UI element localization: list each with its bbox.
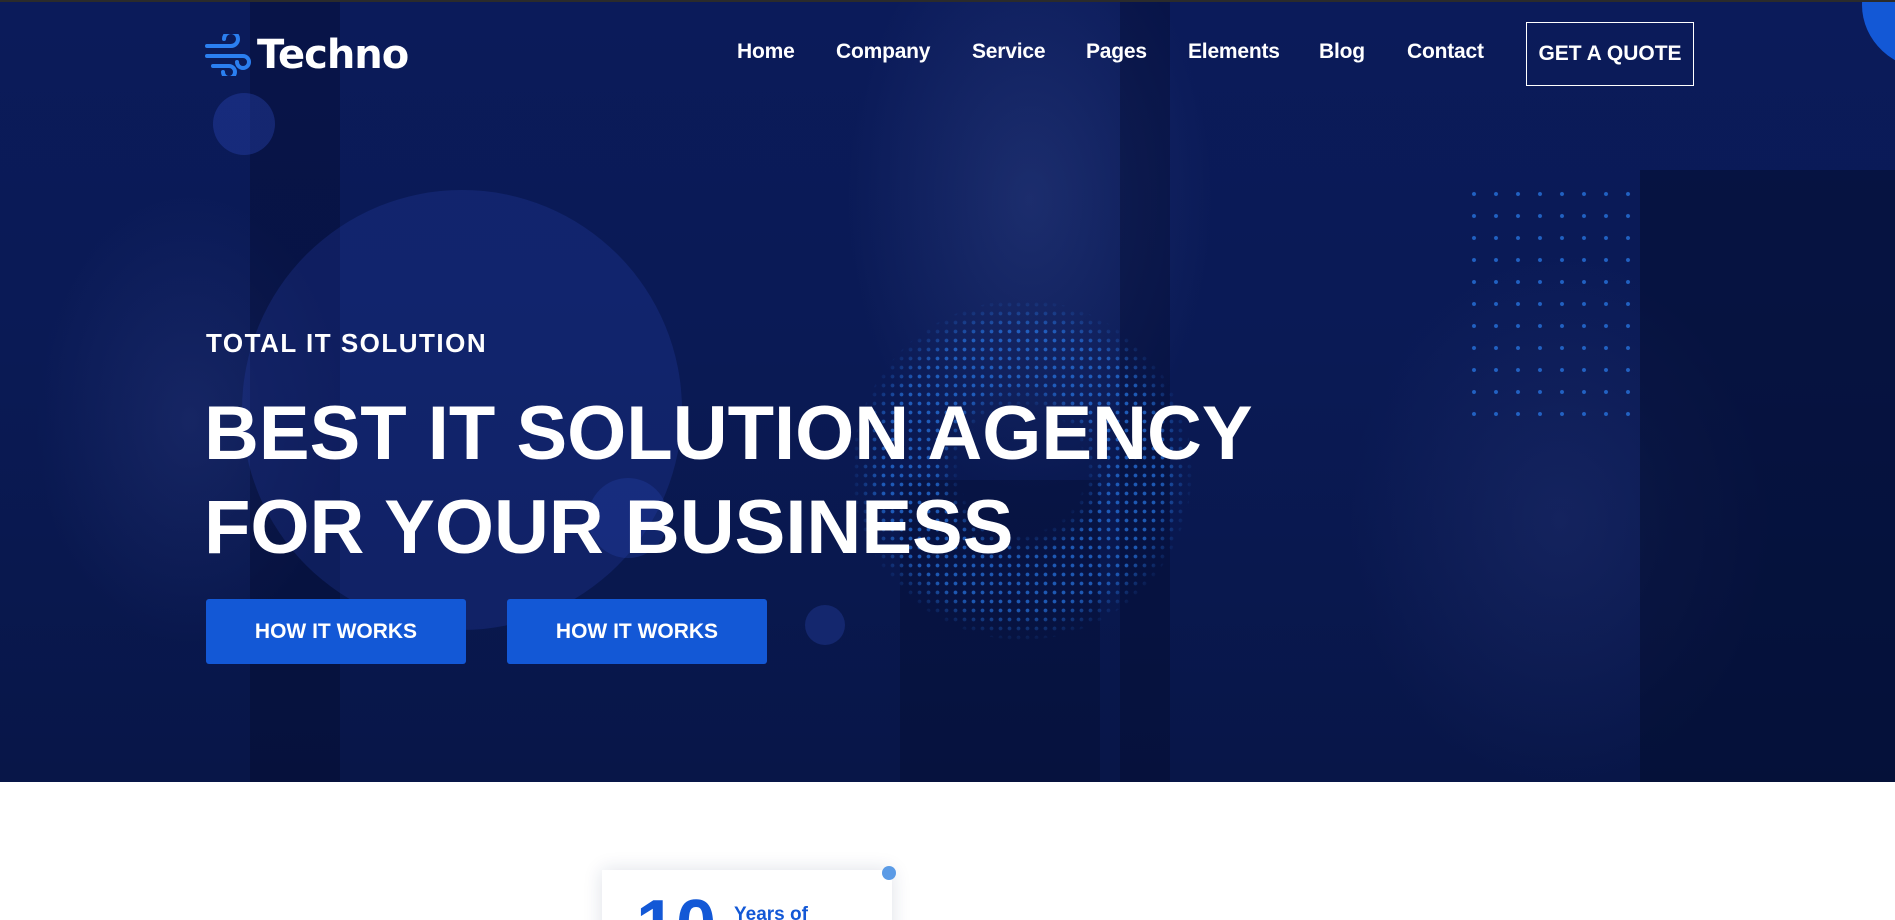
nav-company[interactable]: Company: [836, 40, 930, 64]
nav-home[interactable]: Home: [737, 40, 795, 64]
nav-contact[interactable]: Contact: [1407, 40, 1484, 64]
experience-stat-card: 10 Years of: [602, 870, 892, 920]
how-it-works-button-secondary[interactable]: HOW IT WORKS: [507, 599, 767, 664]
navbar: Techno Home Company Service Pages Elemen…: [0, 0, 1895, 110]
top-border: [0, 0, 1895, 2]
hero-section: Techno Home Company Service Pages Elemen…: [0, 0, 1895, 782]
nav-service[interactable]: Service: [972, 40, 1046, 64]
hero-headline-line2: FOR YOUR BUSINESS: [204, 485, 1014, 570]
brand-name: Techno: [257, 32, 409, 78]
nav-blog[interactable]: Blog: [1319, 40, 1365, 64]
stat-label: Years of: [734, 904, 808, 920]
decor-circle-tiny: [805, 605, 845, 645]
hero-headline-line1: BEST IT SOLUTION AGENCY: [204, 391, 1253, 476]
wind-logo-icon: [205, 34, 251, 76]
decor-dot-grid: [1463, 183, 1633, 433]
hero-kicker: TOTAL IT SOLUTION: [206, 328, 488, 358]
stat-number: 10: [636, 890, 716, 920]
decor-dot: [882, 866, 896, 880]
nav-pages[interactable]: Pages: [1086, 40, 1147, 64]
logo[interactable]: Techno: [205, 30, 409, 80]
nav-elements[interactable]: Elements: [1188, 40, 1280, 64]
get-quote-button[interactable]: GET A QUOTE: [1526, 22, 1694, 86]
background-photo-shadow: [1640, 170, 1895, 782]
how-it-works-button[interactable]: HOW IT WORKS: [206, 599, 466, 664]
